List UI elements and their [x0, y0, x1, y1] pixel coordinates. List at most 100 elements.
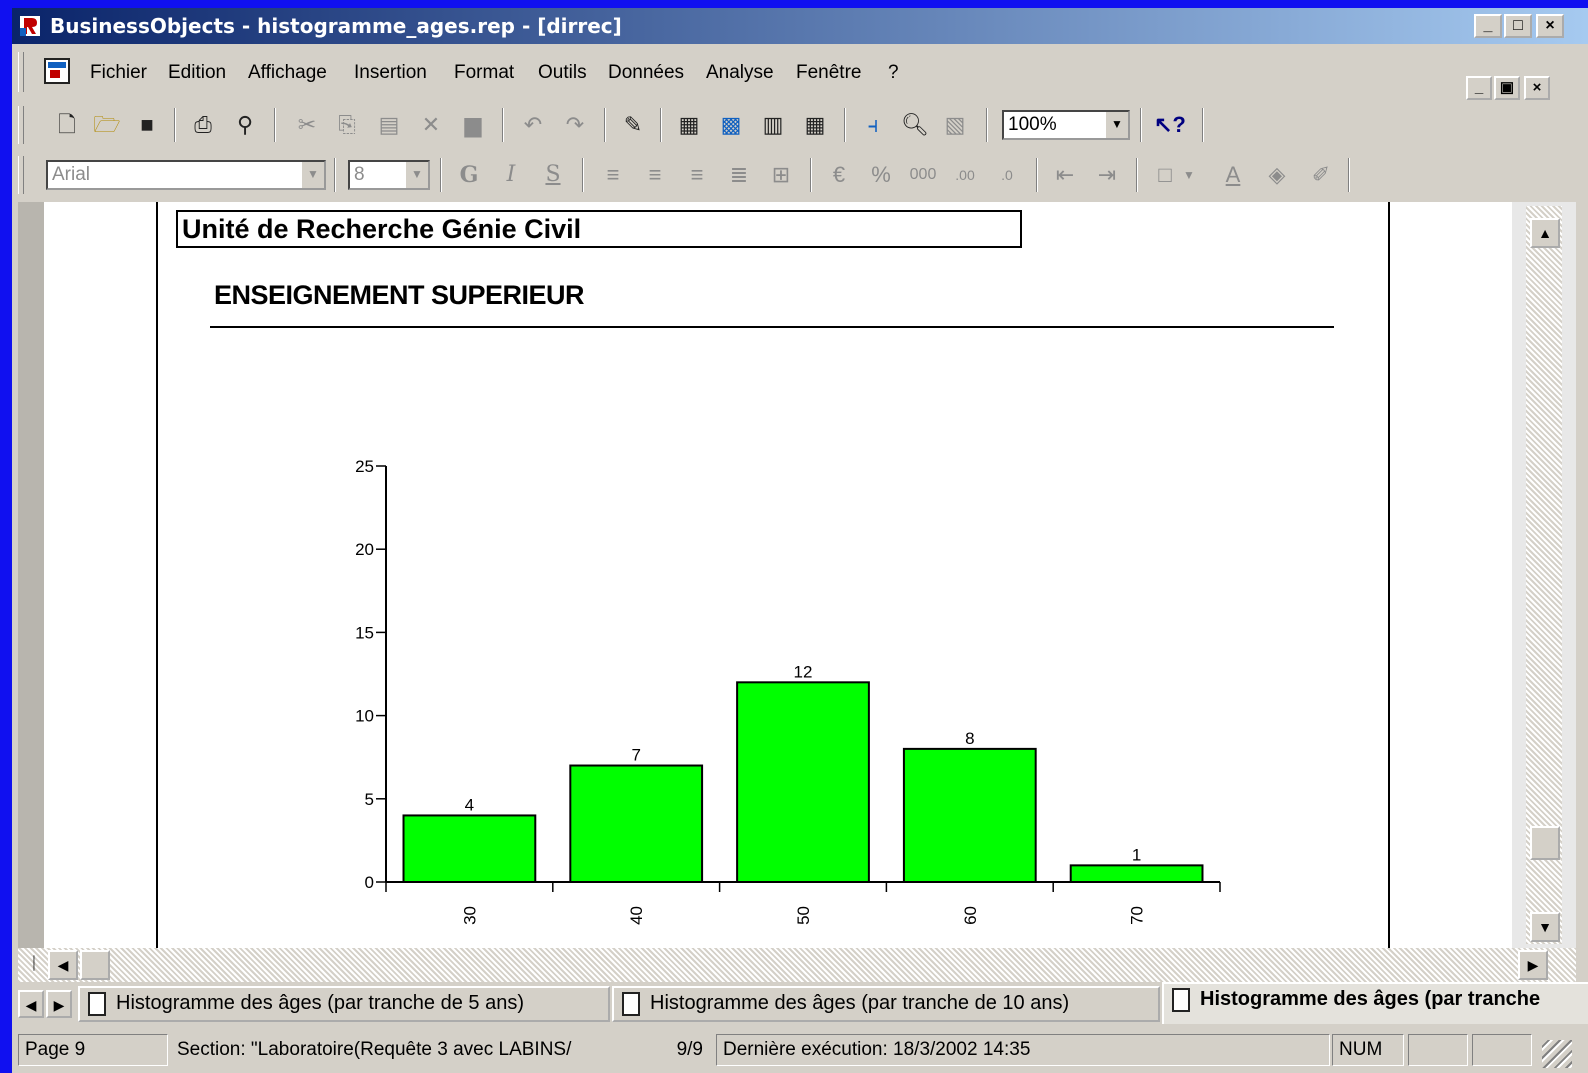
euro-icon[interactable]: €	[824, 160, 854, 190]
menu-fenetre[interactable]: Fenêtre	[796, 62, 861, 84]
tab-histogram-5-years[interactable]: Histogramme des âges (par tranche de 5 a…	[78, 986, 610, 1022]
tab-histogram-10-years[interactable]: Histogramme des âges (par tranche de 10 …	[612, 986, 1160, 1022]
resize-grip[interactable]	[1542, 1040, 1572, 1068]
chevron-down-icon[interactable]: ▼	[1182, 160, 1196, 190]
cut-icon[interactable]: ✂	[292, 110, 322, 140]
copy-icon[interactable]: ⎘	[332, 110, 362, 140]
decrease-decimal-icon[interactable]: .0	[992, 160, 1022, 190]
font-color-icon[interactable]: A	[1218, 160, 1248, 190]
close-button[interactable]: ×	[1536, 14, 1564, 38]
scroll-thumb[interactable]	[1530, 826, 1560, 860]
status-page: Page 9	[18, 1034, 168, 1066]
menu-affichage[interactable]: Affichage	[248, 62, 327, 84]
chevron-down-icon[interactable]: ▼	[404, 162, 428, 188]
y-tick-label: 5	[365, 790, 374, 809]
clear-icon[interactable]: ▆	[458, 110, 488, 140]
increase-indent-icon[interactable]: ⇥	[1092, 160, 1122, 190]
minimize-button[interactable]: _	[1474, 14, 1502, 38]
mdi-close-button[interactable]: ×	[1524, 76, 1550, 100]
drill-icon[interactable]: ▧	[940, 110, 970, 140]
document-icon	[1172, 988, 1190, 1012]
font-size-select[interactable]: 8 ▼	[348, 160, 430, 190]
scroll-thumb-horizontal[interactable]	[80, 950, 110, 980]
maximize-button[interactable]: □	[1504, 14, 1532, 38]
paste-icon[interactable]: ▤	[374, 110, 404, 140]
document-icon	[88, 992, 106, 1016]
window-title: BusinessObjects - histogramme_ages.rep -…	[50, 14, 622, 38]
scroll-home-button[interactable]: ⏐	[22, 950, 46, 980]
table-view-icon[interactable]: ▦	[674, 110, 704, 140]
tab-scroll-left-button[interactable]: ◀	[18, 990, 44, 1018]
menubar-grip[interactable]	[18, 52, 24, 92]
print-icon[interactable]: ⎙	[188, 110, 218, 140]
format-painter-icon[interactable]: ✎	[618, 110, 648, 140]
title-bar[interactable]: BusinessObjects - histogramme_ages.rep -…	[12, 8, 1588, 44]
font-select[interactable]: Arial ▼	[46, 160, 326, 190]
document-icon[interactable]	[42, 56, 72, 86]
menu-help[interactable]: ?	[888, 62, 899, 84]
delete-icon[interactable]: ✕	[416, 110, 446, 140]
increase-decimal-icon[interactable]: .00	[950, 160, 980, 190]
format-toolbar: Arial ▼ 8 ▼ G I S ≡ ≡ ≡ ≣ ⊞ € % 000 .00 …	[12, 150, 1588, 198]
bar-chart[interactable]: 0 5 10 15 20 25 4 30 7 40 12 50 8 60 1 70	[44, 202, 1388, 948]
data-label: 12	[794, 662, 813, 681]
scroll-left-button[interactable]: ◀	[48, 950, 78, 980]
align-center-icon[interactable]: ≡	[640, 160, 670, 190]
pen-icon[interactable]: ✐	[1306, 160, 1336, 190]
tab-scroll-right-button[interactable]: ▶	[46, 990, 72, 1018]
tab-histogram-active[interactable]: Histogramme des âges (par tranche	[1162, 982, 1588, 1024]
align-left-icon[interactable]: ≡	[598, 160, 628, 190]
thousands-separator-icon[interactable]: 000	[908, 160, 938, 190]
scroll-down-button[interactable]: ▼	[1530, 912, 1560, 942]
redo-icon[interactable]: ↷	[560, 110, 590, 140]
underline-button[interactable]: S	[538, 160, 568, 190]
menu-format[interactable]: Format	[454, 62, 514, 84]
structure-icon[interactable]: ▩	[716, 110, 746, 140]
open-folder-icon[interactable]: 🗁	[92, 110, 122, 140]
borders-icon[interactable]: □	[1150, 160, 1180, 190]
toolbar-grip[interactable]	[18, 106, 24, 144]
new-document-icon[interactable]: 🗋	[52, 110, 82, 140]
tab-label: Histogramme des âges (par tranche de 10 …	[650, 992, 1070, 1014]
chevron-down-icon[interactable]: ▼	[1104, 112, 1128, 138]
menu-donnees[interactable]: Données	[608, 62, 684, 84]
page-right-margin	[1388, 202, 1512, 948]
vertical-scrollbar[interactable]: ▲ ▼	[1512, 202, 1576, 948]
zoom-icon[interactable]: 🔍︎	[900, 110, 930, 140]
horizontal-scrollbar[interactable]: ⏐ ◀ ▶	[18, 948, 1576, 982]
fill-color-icon[interactable]: ◈	[1262, 160, 1292, 190]
crosstab-icon[interactable]: ▥	[758, 110, 788, 140]
decrease-indent-icon[interactable]: ⇤	[1050, 160, 1080, 190]
scroll-up-button[interactable]: ▲	[1530, 218, 1560, 248]
menu-analyse[interactable]: Analyse	[706, 62, 774, 84]
menu-outils[interactable]: Outils	[538, 62, 587, 84]
save-icon[interactable]: ■	[132, 110, 162, 140]
bold-button[interactable]: G	[454, 160, 484, 190]
menu-insertion[interactable]: Insertion	[354, 62, 427, 84]
merge-cells-icon[interactable]: ⊞	[766, 160, 796, 190]
businessobjects-app-icon[interactable]	[18, 14, 42, 38]
report-page[interactable]: Unité de Recherche Génie Civil ENSEIGNEM…	[44, 202, 1388, 948]
mdi-restore-button[interactable]: ▣	[1494, 76, 1520, 100]
report-tabs: ◀ ▶ Histogramme des âges (par tranche de…	[12, 982, 1588, 1026]
mdi-minimize-button[interactable]: _	[1466, 76, 1492, 100]
percent-icon[interactable]: %	[866, 160, 896, 190]
undo-icon[interactable]: ↶	[518, 110, 548, 140]
x-category-label: 40	[627, 906, 646, 925]
align-right-icon[interactable]: ≡	[682, 160, 712, 190]
menu-fichier[interactable]: Fichier	[90, 62, 147, 84]
help-pointer-icon[interactable]: ↖?	[1154, 110, 1186, 140]
italic-button[interactable]: I	[496, 160, 526, 190]
data-label: 4	[465, 795, 474, 814]
y-tick-label: 0	[365, 873, 374, 892]
menu-edition[interactable]: Edition	[168, 62, 226, 84]
ruler-icon[interactable]: ⫞	[858, 110, 888, 140]
tab-label: Histogramme des âges (par tranche de 5 a…	[116, 992, 524, 1014]
grid-icon[interactable]: ▦	[800, 110, 830, 140]
scroll-right-button[interactable]: ▶	[1518, 950, 1548, 980]
toolbar-grip[interactable]	[18, 156, 24, 194]
justify-icon[interactable]: ≣	[724, 160, 754, 190]
zoom-select[interactable]: 100% ▼	[1002, 110, 1130, 140]
chevron-down-icon[interactable]: ▼	[300, 162, 324, 188]
print-preview-icon[interactable]: ⚲	[230, 110, 260, 140]
